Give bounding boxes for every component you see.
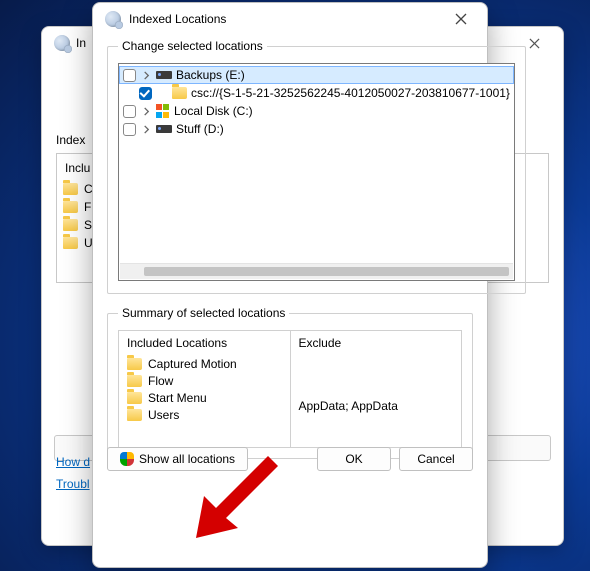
dialog-body: Change selected locations Backups (E:) c…	[93, 35, 487, 483]
tree-row-local-disk[interactable]: Local Disk (C:)	[119, 102, 514, 120]
show-all-label: Show all locations	[139, 452, 235, 466]
checkbox[interactable]	[123, 123, 136, 136]
checkbox[interactable]	[123, 69, 136, 82]
drive-icon	[156, 125, 172, 133]
list-item-label: F	[84, 200, 91, 214]
included-header: Included Locations	[127, 336, 282, 350]
tree-row-stuff[interactable]: Stuff (D:)	[119, 120, 514, 138]
included-item[interactable]: Captured Motion	[127, 355, 282, 372]
checkbox-checked[interactable]	[139, 87, 152, 100]
summary-legend: Summary of selected locations	[118, 306, 289, 320]
back-window-title: In	[76, 36, 86, 50]
dialog-title: Indexed Locations	[129, 12, 226, 26]
dialog-close-button[interactable]	[441, 6, 481, 32]
tree-label: csc://{S-1-5-21-3252562245-4012050027-20…	[191, 86, 510, 100]
expand-toggle[interactable]	[140, 123, 152, 135]
change-locations-legend: Change selected locations	[118, 39, 267, 53]
included-label: Flow	[148, 374, 173, 388]
included-item[interactable]: Users	[127, 406, 282, 423]
folder-icon	[127, 409, 142, 421]
troubleshoot-link[interactable]: Troubl	[56, 473, 90, 495]
dialog-titlebar: Indexed Locations	[93, 3, 487, 35]
included-label: Users	[148, 408, 179, 422]
tree-label: Backups (E:)	[176, 68, 245, 82]
folder-icon	[63, 201, 78, 213]
included-label: Captured Motion	[148, 357, 237, 371]
included-item[interactable]: Start Menu	[127, 389, 282, 406]
dialog-button-row: Show all locations OK Cancel	[107, 447, 473, 471]
back-links: How d Troubl	[56, 451, 90, 495]
included-column: Included Locations Captured Motion Flow …	[119, 331, 291, 447]
locations-tree[interactable]: Backups (E:) csc://{S-1-5-21-3252562245-…	[118, 63, 515, 281]
close-icon	[455, 13, 467, 25]
folder-icon	[172, 87, 187, 99]
folder-icon	[127, 392, 142, 404]
indexed-locations-dialog: Indexed Locations Change selected locati…	[92, 2, 488, 568]
tree-row-backups[interactable]: Backups (E:)	[119, 66, 514, 84]
included-item[interactable]: Flow	[127, 372, 282, 389]
summary-group: Summary of selected locations Included L…	[107, 306, 473, 459]
windows-drive-icon	[156, 104, 170, 118]
summary-pane: Included Locations Captured Motion Flow …	[118, 330, 462, 448]
ok-button[interactable]: OK	[317, 447, 391, 471]
expand-toggle[interactable]	[140, 105, 152, 117]
folder-icon	[63, 219, 78, 231]
how-link[interactable]: How d	[56, 451, 90, 473]
list-item-label: S	[84, 218, 92, 232]
folder-icon	[63, 183, 78, 195]
included-label: Start Menu	[148, 391, 207, 405]
close-icon	[529, 38, 540, 49]
folder-icon	[63, 237, 78, 249]
indexing-options-icon	[54, 35, 70, 51]
tree-row-csc[interactable]: csc://{S-1-5-21-3252562245-4012050027-20…	[119, 84, 514, 102]
cancel-button[interactable]: Cancel	[399, 447, 473, 471]
search-index-icon	[105, 11, 121, 27]
tree-label: Local Disk (C:)	[174, 104, 253, 118]
checkbox[interactable]	[123, 105, 136, 118]
folder-icon	[127, 358, 142, 370]
scrollbar-thumb[interactable]	[144, 267, 509, 276]
drive-icon	[156, 71, 172, 79]
show-all-locations-button[interactable]: Show all locations	[107, 447, 248, 471]
expand-toggle[interactable]	[140, 69, 152, 81]
exclude-column: Exclude AppData; AppData	[291, 331, 462, 447]
exclude-text: AppData; AppData	[299, 399, 454, 413]
change-locations-group: Change selected locations Backups (E:) c…	[107, 39, 526, 294]
folder-icon	[127, 375, 142, 387]
exclude-header: Exclude	[299, 336, 454, 350]
uac-shield-icon	[120, 452, 134, 466]
tree-label: Stuff (D:)	[176, 122, 224, 136]
horizontal-scrollbar[interactable]	[120, 263, 513, 279]
